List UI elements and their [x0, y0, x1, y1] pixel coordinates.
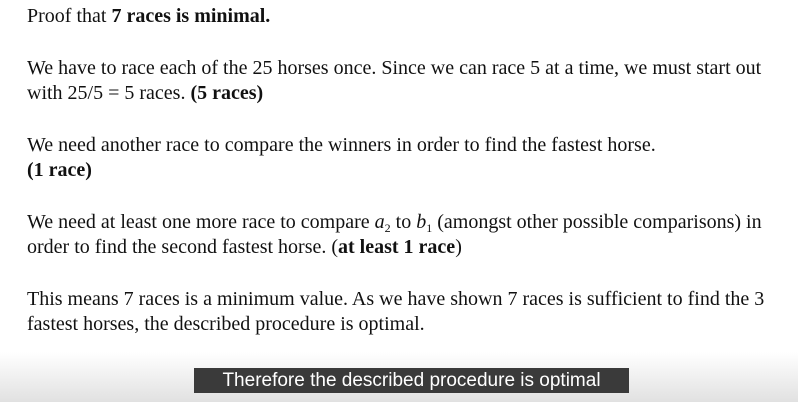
title-prefix: Proof that	[27, 5, 112, 27]
p3-bold: at least 1 race	[338, 236, 456, 258]
p3-b: to	[390, 211, 417, 233]
paragraph-conclusion: This means 7 races is a minimum value. A…	[27, 287, 787, 337]
p3-d: )	[455, 236, 462, 258]
paragraph-initial-races: We have to race each of the 25 horses on…	[27, 56, 787, 106]
p2-text: We need another race to compare the winn…	[27, 134, 656, 156]
p1-bold: (5 races)	[190, 82, 264, 104]
paragraph-second-fastest: We need at least one more race to compar…	[27, 210, 787, 260]
var-b: b	[416, 211, 427, 233]
document: Proof that 7 races is minimal. We have t…	[27, 4, 787, 364]
p3-a: We need at least one more race to compar…	[27, 211, 375, 233]
proof-title: Proof that 7 races is minimal.	[27, 4, 787, 29]
paragraph-winners-race: We need another race to compare the winn…	[27, 133, 787, 183]
subtitle-caption: Therefore the described procedure is opt…	[194, 368, 629, 393]
p2-bold: (1 race)	[27, 159, 92, 181]
p4-text: This means 7 races is a minimum value. A…	[27, 288, 765, 335]
p1-text: We have to race each of the 25 horses on…	[27, 57, 762, 104]
var-a: a	[374, 211, 385, 233]
title-bold: 7 races is minimal.	[111, 5, 271, 27]
